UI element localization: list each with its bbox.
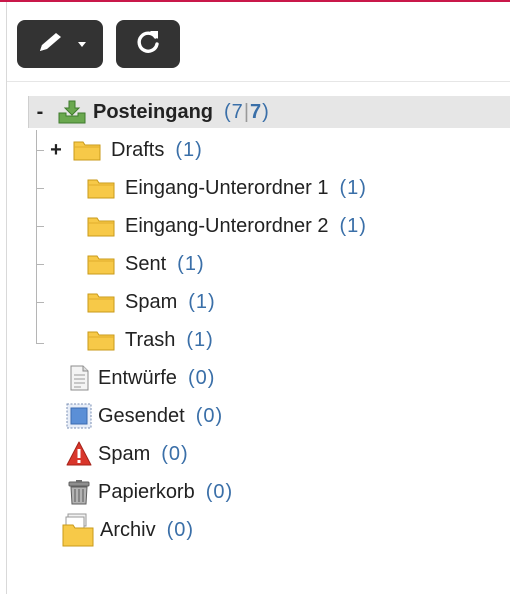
folder-item-entwuerfe[interactable]: Entwürfe (0) [66,361,215,395]
folder-item-spam-system[interactable]: Spam (0) [66,437,189,471]
inbox-download-icon [57,99,87,125]
folder-label: Drafts [111,138,165,161]
folder-count: (0) [161,442,189,465]
folder-count: (0) [166,518,195,541]
folder-label: Archiv [100,518,156,541]
folder-item-eingang-unterordner-1[interactable]: Eingang-Unterordner 1 (1) [87,171,367,205]
folder-label: Spam [98,442,151,465]
spam-warning-icon [66,441,92,467]
folder-item-trash[interactable]: Trash (1) [87,323,214,357]
drafts-document-icon [66,365,92,391]
folder-icon [87,177,115,199]
tree-connector-line [36,188,44,189]
folder-item-drafts[interactable]: + Drafts (1) [49,133,203,167]
tree-connector-line [36,130,37,344]
folder-count: (1) [339,214,367,237]
folder-label: Posteingang [93,100,214,123]
folder-item-archiv[interactable]: Archiv (0) [62,513,194,547]
folder-label: Sent [125,252,167,275]
folder-label: Entwürfe [98,366,177,389]
folder-item-eingang-unterordner-2[interactable]: Eingang-Unterordner 2 (1) [87,209,367,243]
tree-connector-line [36,302,44,303]
folder-count: (1) [177,252,205,275]
folder-label: Eingang-Unterordner 1 [125,176,329,199]
total-count: (7 [224,100,244,123]
tree-connector-line [36,264,44,265]
tree-connector-line [36,150,44,151]
folder-label: Spam [125,290,178,313]
folder-icon [87,329,115,351]
folder-count: (1) [188,290,216,313]
folder-item-papierkorb[interactable]: Papierkorb (0) [66,475,233,509]
count-close: ) [262,100,270,123]
folder-item-sent[interactable]: Sent (1) [87,247,205,281]
tree-connector-line [36,226,44,227]
folder-count: (0) [187,366,216,389]
trash-can-icon [66,479,92,505]
folder-label: Gesendet [98,404,185,427]
folder-item-posteingang[interactable]: - Posteingang (7|7) [33,95,270,129]
folder-count: (1) [186,328,214,351]
expand-toggle[interactable]: + [49,139,63,162]
folder-label: Trash [125,328,176,351]
folder-count: (1) [339,176,367,199]
sent-stamp-icon [66,403,92,429]
tree-connector-line [36,343,44,344]
folder-count: (0) [205,480,234,503]
folder-label: Eingang-Unterordner 2 [125,214,329,237]
folder-icon [73,139,101,161]
folder-icon [87,215,115,237]
unread-count: 7 [250,100,263,123]
folder-tree: - Posteingang (7|7) + Drafts (1) Eingang… [0,0,510,594]
folder-count: (0) [195,404,224,427]
folder-item-gesendet[interactable]: Gesendet (0) [66,399,223,433]
collapse-toggle[interactable]: - [33,101,47,124]
folder-item-spam[interactable]: Spam (1) [87,285,216,319]
folder-count: (1) [175,138,203,161]
folder-count: (7|7) [224,101,270,124]
folder-icon [87,291,115,313]
folder-icon [87,253,115,275]
archive-folder-icon [62,513,94,547]
folder-label: Papierkorb [98,480,195,503]
